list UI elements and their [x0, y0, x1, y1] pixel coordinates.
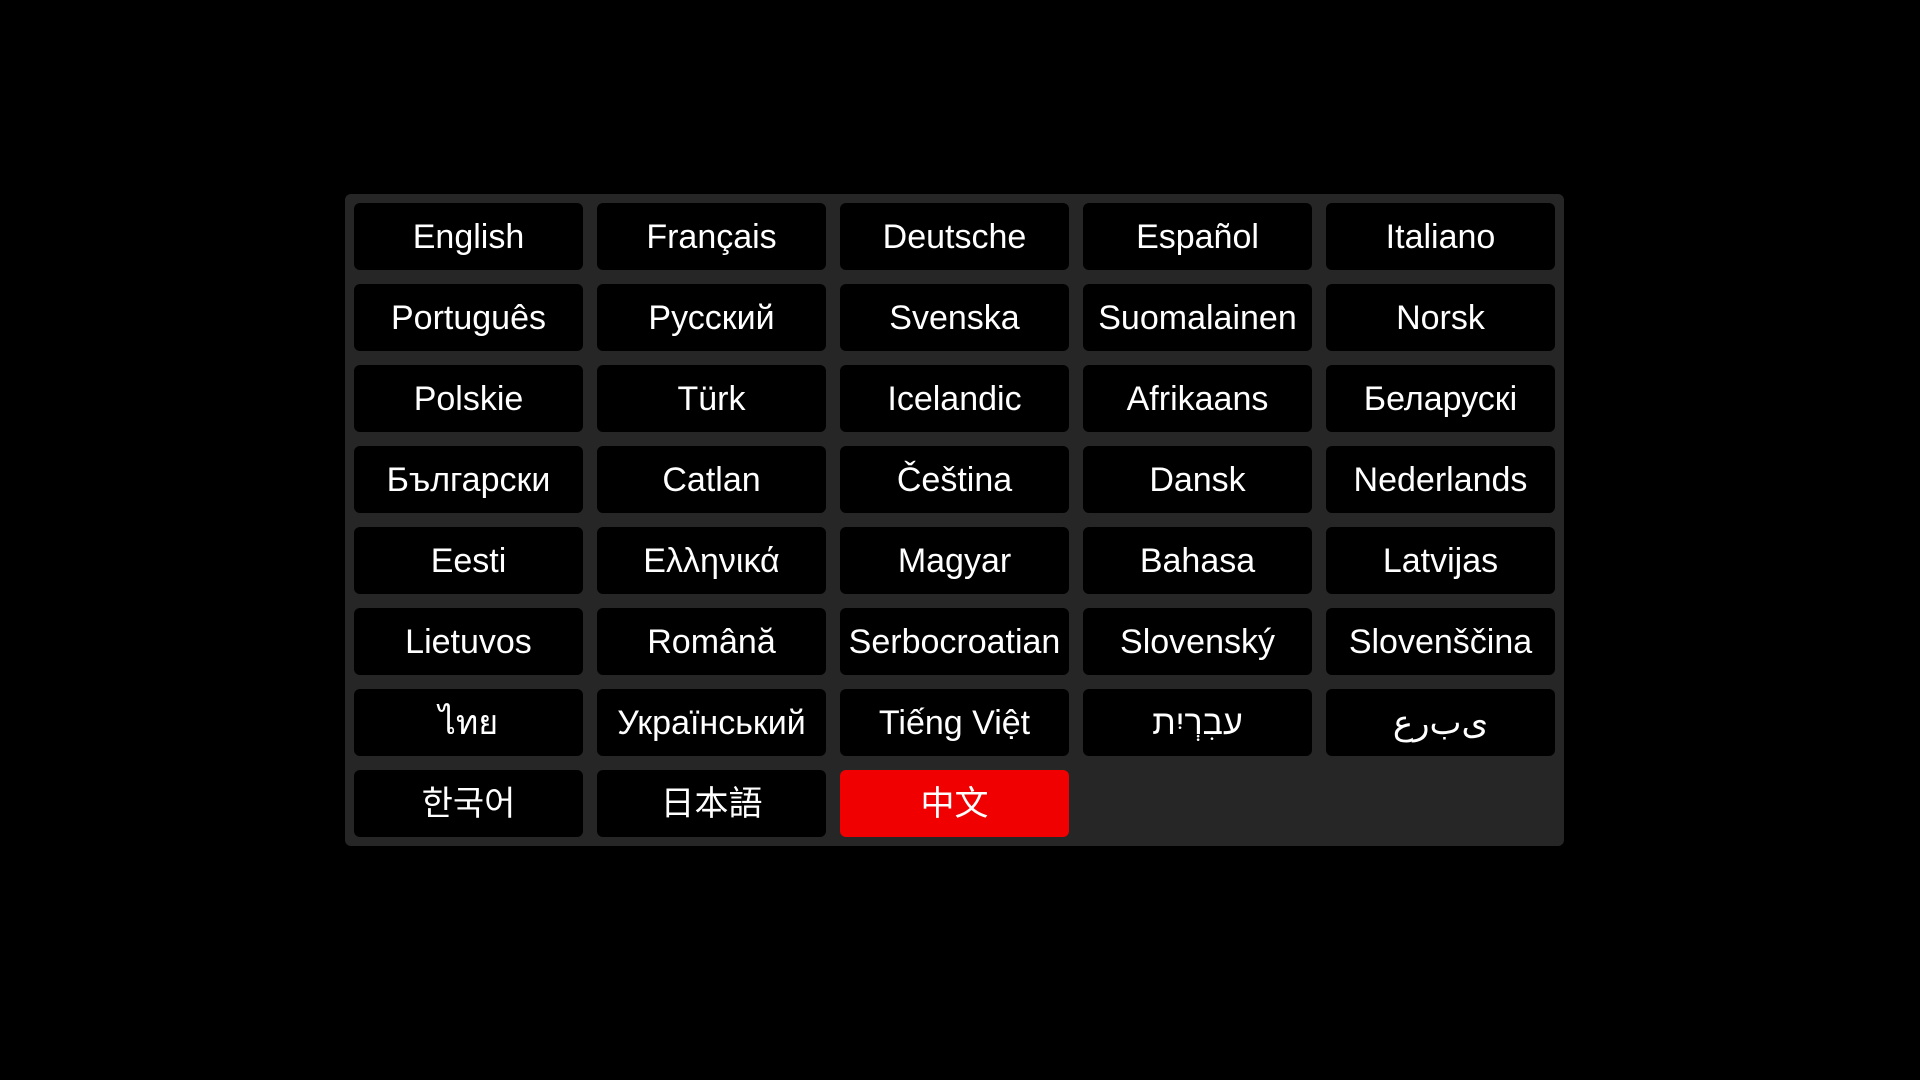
language-button-estonian[interactable]: Eesti — [354, 527, 583, 594]
language-label: Latvijas — [1382, 541, 1499, 580]
language-label: Catlan — [662, 460, 761, 499]
language-label: Slovenský — [1120, 622, 1275, 661]
language-button-slovak[interactable]: Slovenský — [1083, 608, 1312, 675]
language-label: Беларускі — [1363, 379, 1518, 418]
language-button-turkish[interactable]: Türk — [597, 365, 826, 432]
language-label: Svenska — [889, 298, 1020, 337]
language-label: 中文 — [920, 783, 989, 824]
language-button-norwegian[interactable]: Norsk — [1326, 284, 1555, 351]
language-button-bulgarian[interactable]: Български — [354, 446, 583, 513]
language-button-french[interactable]: Français — [597, 203, 826, 270]
language-label: Deutsche — [882, 217, 1027, 256]
language-button-czech[interactable]: Čeština — [840, 446, 1069, 513]
language-selector-panel: English Français Deutsche Español Italia… — [345, 194, 1564, 846]
language-label: Čeština — [896, 460, 1013, 499]
language-button-belarusian[interactable]: Беларускі — [1326, 365, 1555, 432]
language-button-english[interactable]: English — [354, 203, 583, 270]
language-label: Dansk — [1149, 460, 1246, 499]
language-label: Eesti — [430, 541, 507, 580]
language-label: Български — [386, 460, 551, 499]
language-button-lithuanian[interactable]: Lietuvos — [354, 608, 583, 675]
language-button-danish[interactable]: Dansk — [1083, 446, 1312, 513]
language-label: 日本語 — [660, 783, 763, 824]
language-label: Magyar — [897, 541, 1012, 580]
language-label: 한국어 — [421, 783, 516, 824]
language-button-indonesian[interactable]: Bahasa — [1083, 527, 1312, 594]
language-label: Português — [391, 298, 546, 337]
language-label: Español — [1136, 217, 1259, 256]
language-button-hungarian[interactable]: Magyar — [840, 527, 1069, 594]
language-button-icelandic[interactable]: Icelandic — [840, 365, 1069, 432]
language-label: Ελληνικά — [643, 541, 780, 580]
language-button-german[interactable]: Deutsche — [840, 203, 1069, 270]
language-label: Bahasa — [1139, 541, 1256, 580]
language-button-thai[interactable]: ไทย — [354, 689, 583, 756]
language-label: Nederlands — [1353, 460, 1528, 499]
language-button-catalan[interactable]: Catlan — [597, 446, 826, 513]
language-button-finnish[interactable]: Suomalainen — [1083, 284, 1312, 351]
language-label: Serbocroatian — [848, 622, 1061, 661]
language-label: Français — [646, 217, 777, 256]
language-button-arabic[interactable]: ﻉﺭﺏﻯ — [1326, 689, 1555, 756]
language-button-ukrainian[interactable]: Український — [597, 689, 826, 756]
language-button-spanish[interactable]: Español — [1083, 203, 1312, 270]
language-button-serbocroatian[interactable]: Serbocroatian — [840, 608, 1069, 675]
language-button-swedish[interactable]: Svenska — [840, 284, 1069, 351]
language-button-korean[interactable]: 한국어 — [354, 770, 583, 837]
language-button-romanian[interactable]: Română — [597, 608, 826, 675]
language-label: Русский — [648, 298, 775, 337]
language-button-slovenian[interactable]: Slovenščina — [1326, 608, 1555, 675]
language-label: תיִרְבִע — [1152, 703, 1243, 742]
language-label: Tiếng Việt — [878, 703, 1031, 742]
language-label: Italiano — [1385, 217, 1496, 256]
language-label: Türk — [677, 379, 746, 418]
language-label: Polskie — [413, 379, 524, 418]
language-label: ไทย — [438, 703, 499, 742]
language-button-vietnamese[interactable]: Tiếng Việt — [840, 689, 1069, 756]
language-button-latvian[interactable]: Latvijas — [1326, 527, 1555, 594]
language-button-russian[interactable]: Русский — [597, 284, 826, 351]
language-button-polish[interactable]: Polskie — [354, 365, 583, 432]
language-label: Afrikaans — [1126, 379, 1269, 418]
language-button-italian[interactable]: Italiano — [1326, 203, 1555, 270]
language-button-hebrew[interactable]: תיִרְבִע — [1083, 689, 1312, 756]
language-button-portuguese[interactable]: Português — [354, 284, 583, 351]
language-button-chinese[interactable]: 中文 — [840, 770, 1069, 837]
language-label: Icelandic — [887, 379, 1022, 418]
language-label: English — [412, 217, 525, 256]
language-button-japanese[interactable]: 日本語 — [597, 770, 826, 837]
language-button-greek[interactable]: Ελληνικά — [597, 527, 826, 594]
language-label: Română — [647, 622, 776, 661]
language-button-dutch[interactable]: Nederlands — [1326, 446, 1555, 513]
language-label: Lietuvos — [405, 622, 532, 661]
language-label: Norsk — [1396, 298, 1485, 337]
language-label: Український — [617, 703, 806, 742]
language-button-afrikaans[interactable]: Afrikaans — [1083, 365, 1312, 432]
language-label: ﻉﺭﺏﻯ — [1392, 703, 1489, 742]
language-label: Slovenščina — [1348, 622, 1533, 661]
language-label: Suomalainen — [1098, 298, 1297, 337]
